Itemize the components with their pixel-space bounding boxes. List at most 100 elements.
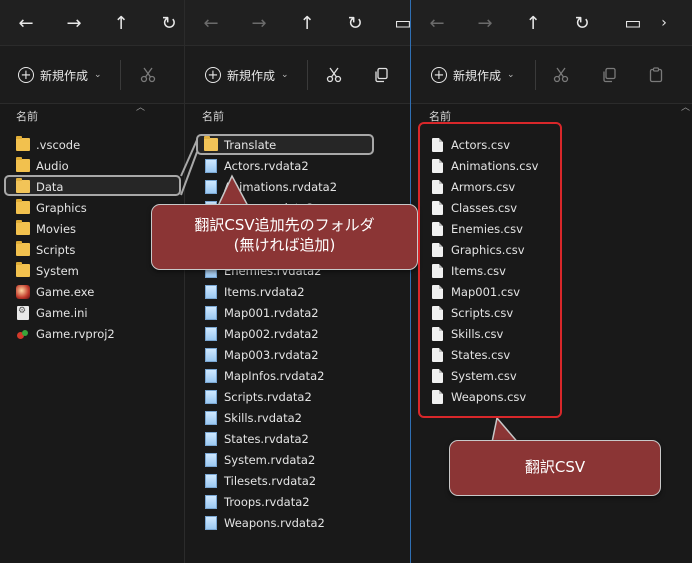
list-item-label: Actors.rvdata2 bbox=[224, 158, 309, 173]
list-item[interactable]: .vscode bbox=[0, 134, 184, 155]
callout-line: (無ければ追加) bbox=[233, 236, 336, 254]
list-item[interactable]: Audio bbox=[0, 155, 184, 176]
chevron-right-icon[interactable]: › bbox=[648, 7, 680, 39]
monitor-icon[interactable]: ▭ bbox=[387, 7, 410, 39]
copy-icon[interactable] bbox=[596, 62, 622, 88]
list-item[interactable]: Game.exe bbox=[0, 281, 184, 302]
new-button[interactable]: + 新規作成 ⌄ bbox=[18, 63, 102, 87]
rvdata-file-icon bbox=[205, 326, 217, 341]
nav-bar: ← → ↑ ↻ ▭ › bbox=[411, 0, 692, 46]
list-item-label: Troops.rvdata2 bbox=[224, 494, 310, 509]
list-item-label: Weapons.rvdata2 bbox=[224, 515, 325, 530]
list-item[interactable]: Items.rvdata2 bbox=[185, 281, 410, 302]
list-item[interactable]: Actors.rvdata2 bbox=[185, 155, 410, 176]
rvdata-file-icon bbox=[205, 410, 217, 425]
list-item[interactable]: Troops.rvdata2 bbox=[185, 491, 410, 512]
rvdata-file-icon bbox=[205, 158, 217, 173]
plus-circle-icon: + bbox=[205, 67, 221, 83]
nav-bar: ← → ↑ ↻ bbox=[0, 0, 184, 46]
ini-file-icon bbox=[17, 305, 29, 320]
copy-icon[interactable] bbox=[368, 62, 394, 88]
arrow-right-icon[interactable]: → bbox=[58, 7, 90, 39]
new-button[interactable]: + 新規作成 ⌄ bbox=[431, 63, 515, 87]
arrow-left-icon[interactable]: ← bbox=[421, 7, 453, 39]
list-item[interactable]: MapInfos.rvdata2 bbox=[185, 365, 410, 386]
list-item[interactable]: Tilesets.rvdata2 bbox=[185, 470, 410, 491]
scissors-icon[interactable] bbox=[135, 62, 161, 88]
arrow-right-icon[interactable]: → bbox=[243, 7, 275, 39]
rvdata-file-icon bbox=[205, 368, 217, 383]
arrow-up-icon[interactable]: ↑ bbox=[291, 7, 323, 39]
toolbar-separator bbox=[307, 60, 308, 90]
monitor-icon[interactable]: ▭ bbox=[617, 7, 649, 39]
list-item-label: Map001.rvdata2 bbox=[224, 305, 319, 320]
rvdata-file-icon bbox=[205, 494, 217, 509]
list-item[interactable]: Skills.rvdata2 bbox=[185, 407, 410, 428]
rvdata-file-icon bbox=[205, 515, 217, 530]
arrow-up-icon[interactable]: ↑ bbox=[105, 7, 137, 39]
list-item-label: System bbox=[36, 263, 79, 278]
new-button-label: 新規作成 bbox=[453, 68, 502, 83]
list-item[interactable]: Map001.rvdata2 bbox=[185, 302, 410, 323]
list-item[interactable]: Animations.rvdata2 bbox=[185, 176, 410, 197]
list-item-label: Scripts.rvdata2 bbox=[224, 389, 312, 404]
chevron-down-icon: ⌄ bbox=[507, 70, 515, 80]
rvdata-file-icon bbox=[205, 431, 217, 446]
list-item[interactable]: Game.ini bbox=[0, 302, 184, 323]
list-item-label: Game.exe bbox=[36, 284, 95, 299]
rvdata-file-icon bbox=[205, 305, 217, 320]
arrow-left-icon[interactable]: ← bbox=[195, 7, 227, 39]
rvdata-file-icon bbox=[205, 473, 217, 488]
file-list: Translate Actors.rvdata2 Animations.rvdata… bbox=[185, 134, 410, 533]
data-folder-highlight bbox=[4, 175, 181, 196]
folder-icon bbox=[16, 136, 30, 151]
arrow-left-icon[interactable]: ← bbox=[10, 7, 42, 39]
list-item[interactable]: System.rvdata2 bbox=[185, 449, 410, 470]
arrow-right-icon[interactable]: → bbox=[469, 7, 501, 39]
new-button-label: 新規作成 bbox=[40, 68, 89, 83]
list-item[interactable]: Map003.rvdata2 bbox=[185, 344, 410, 365]
new-button-label: 新規作成 bbox=[227, 68, 276, 83]
folder-icon bbox=[16, 262, 30, 277]
explorer-pane-root: ← → ↑ ↻ + 新規作成 ⌄ 名前 ︿ .vscode Audio Data Gr… bbox=[0, 0, 185, 563]
list-item[interactable]: Map002.rvdata2 bbox=[185, 323, 410, 344]
folder-icon bbox=[16, 199, 30, 214]
arrow-up-icon[interactable]: ↑ bbox=[517, 7, 549, 39]
chevron-down-icon: ⌄ bbox=[281, 70, 289, 80]
sort-caret-icon: ︿ bbox=[136, 103, 146, 113]
rvdata-file-icon bbox=[205, 284, 217, 299]
column-header-name[interactable]: 名前 bbox=[202, 108, 224, 124]
list-item-label: Game.ini bbox=[36, 305, 88, 320]
list-item[interactable]: Game.rvproj2 bbox=[0, 323, 184, 344]
list-item-label: Game.rvproj2 bbox=[36, 326, 115, 341]
toolbar-separator bbox=[535, 60, 536, 90]
explorer-pane-data: ← → ↑ ↻ ▭ + 新規作成 ⌄ 名前 Translate Actors.rv… bbox=[185, 0, 411, 563]
rvdata-file-icon bbox=[205, 179, 217, 194]
list-item[interactable]: Scripts.rvdata2 bbox=[185, 386, 410, 407]
list-item-label: Scripts bbox=[36, 242, 76, 257]
nav-bar: ← → ↑ ↻ ▭ bbox=[185, 0, 410, 46]
translate-folder-highlight bbox=[196, 134, 374, 155]
project-file-icon bbox=[16, 327, 30, 341]
column-header-name[interactable]: 名前 bbox=[16, 108, 38, 124]
new-button[interactable]: + 新規作成 ⌄ bbox=[205, 63, 289, 87]
folder-icon bbox=[16, 241, 30, 256]
list-item[interactable]: Weapons.rvdata2 bbox=[185, 512, 410, 533]
list-item-label: States.rvdata2 bbox=[224, 431, 309, 446]
list-item-label: Skills.rvdata2 bbox=[224, 410, 302, 425]
refresh-icon[interactable]: ↻ bbox=[566, 7, 598, 39]
scissors-icon[interactable] bbox=[548, 62, 574, 88]
paste-icon[interactable] bbox=[643, 62, 669, 88]
callout-text: 翻訳CSV bbox=[524, 458, 586, 476]
exe-icon bbox=[16, 284, 30, 299]
rvdata-file-icon bbox=[205, 452, 217, 467]
chevron-down-icon: ⌄ bbox=[94, 70, 102, 80]
list-item-label: Animations.rvdata2 bbox=[224, 179, 338, 194]
folder-icon bbox=[16, 157, 30, 172]
list-item[interactable]: States.rvdata2 bbox=[185, 428, 410, 449]
refresh-icon[interactable]: ↻ bbox=[153, 7, 184, 39]
plus-circle-icon: + bbox=[18, 67, 34, 83]
scissors-icon[interactable] bbox=[321, 62, 347, 88]
list-item-label: Map003.rvdata2 bbox=[224, 347, 319, 362]
refresh-icon[interactable]: ↻ bbox=[339, 7, 371, 39]
